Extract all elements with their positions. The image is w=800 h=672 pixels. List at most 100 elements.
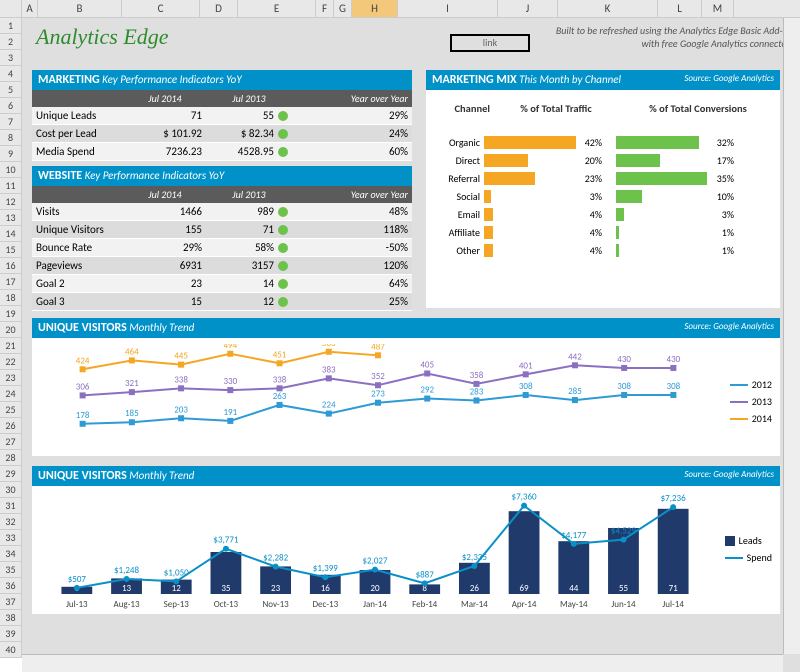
column-headers[interactable]: ABCDEFGHIJKLM [0,0,800,18]
svg-text:$4,529: $4,529 [611,526,636,537]
svg-text:$2,282: $2,282 [263,553,288,564]
horizontal-scrollbar[interactable] [22,654,783,672]
worksheet-area[interactable]: Analytics Edge Built to be refreshed usi… [22,18,800,672]
marketing-table: Unique Leads715529%Cost per Lead$ 101.92… [32,107,412,161]
row-header-24[interactable]: 24 [0,386,22,402]
link-button[interactable]: link [450,34,530,52]
svg-text:$1,050: $1,050 [164,567,189,578]
col-header-H[interactable]: H [352,0,398,17]
row-header-31[interactable]: 31 [0,498,22,514]
mix-row: Referral23%35% [426,169,780,187]
svg-text:Oct-13: Oct-13 [214,599,239,610]
mix-row: Other4%1% [426,241,780,259]
row-header-25[interactable]: 25 [0,402,22,418]
row-header-32[interactable]: 32 [0,514,22,530]
row-header-33[interactable]: 33 [0,530,22,546]
svg-text:203: 203 [174,404,188,415]
mix-header: MARKETING MIX This Month by ChannelSourc… [426,70,780,90]
row-header-38[interactable]: 38 [0,610,22,626]
row-header-2[interactable]: 2 [0,34,22,50]
row-header-16[interactable]: 16 [0,258,22,274]
col-header-G[interactable]: G [334,0,352,17]
visitors-trend-line-panel: UNIQUE VISITORS Monthly TrendSource: Goo… [32,318,780,456]
row-header-18[interactable]: 18 [0,290,22,306]
svg-text:308: 308 [519,381,533,392]
svg-text:13: 13 [122,583,132,594]
col-header-B[interactable]: B [38,0,122,17]
row-header-21[interactable]: 21 [0,338,22,354]
row-header-35[interactable]: 35 [0,562,22,578]
row-header-9[interactable]: 9 [0,146,22,162]
row-header-22[interactable]: 22 [0,354,22,370]
row-header-10[interactable]: 10 [0,162,22,178]
row-header-6[interactable]: 6 [0,98,22,114]
svg-text:Jul-14: Jul-14 [662,599,684,610]
vertical-scrollbar[interactable] [783,18,800,654]
row-header-17[interactable]: 17 [0,274,22,290]
svg-text:Jul-13: Jul-13 [66,599,88,610]
col-header-gutter[interactable] [0,0,22,17]
row-headers[interactable]: 1234567891011121314151617181920212223242… [0,18,22,658]
row-header-3[interactable]: 3 [0,50,22,66]
row-header-7[interactable]: 7 [0,114,22,130]
col-header-C[interactable]: C [122,0,200,17]
svg-text:191: 191 [223,407,237,418]
row-header-27[interactable]: 27 [0,434,22,450]
svg-text:Jun-14: Jun-14 [611,599,636,610]
row-header-26[interactable]: 26 [0,418,22,434]
row-header-23[interactable]: 23 [0,370,22,386]
chart2-legend: Leads Spend [725,530,772,568]
row-header-37[interactable]: 37 [0,594,22,610]
row-header-28[interactable]: 28 [0,450,22,466]
col-header-E[interactable]: E [238,0,316,17]
table-row: Media Spend7236.234528.9560% [32,143,412,161]
col-header-D[interactable]: D [200,0,238,17]
col-header-J[interactable]: J [498,0,558,17]
row-header-40[interactable]: 40 [0,642,22,658]
row-header-14[interactable]: 14 [0,226,22,242]
row-header-15[interactable]: 15 [0,242,22,258]
svg-text:$1,399: $1,399 [313,563,338,574]
svg-text:55: 55 [619,583,629,594]
col-header-F[interactable]: F [316,0,334,17]
svg-text:503: 503 [322,344,336,349]
row-header-36[interactable]: 36 [0,578,22,594]
row-header-30[interactable]: 30 [0,482,22,498]
website-kpi-panel: WEBSITE Key Performance Indicators YoY J… [32,166,412,311]
svg-text:263: 263 [273,391,287,402]
svg-text:430: 430 [667,354,681,365]
table-row: Unique Leads715529% [32,107,412,125]
row-header-19[interactable]: 19 [0,306,22,322]
col-header-L[interactable]: L [658,0,702,17]
svg-text:308: 308 [667,381,681,392]
svg-text:401: 401 [519,360,533,371]
svg-text:16: 16 [321,583,331,594]
svg-text:308: 308 [617,381,631,392]
row-header-20[interactable]: 20 [0,322,22,338]
barline-chart: 613123523162082669445571$507$1,248$1,050… [38,492,708,612]
row-header-5[interactable]: 5 [0,82,22,98]
header-note: Built to be refreshed using the Analytic… [556,24,790,50]
svg-text:44: 44 [569,583,579,594]
row-header-12[interactable]: 12 [0,194,22,210]
svg-text:292: 292 [420,385,434,396]
col-header-M[interactable]: M [702,0,734,17]
table-row: Goal 3151225% [32,293,412,311]
row-header-13[interactable]: 13 [0,210,22,226]
svg-text:338: 338 [174,374,188,385]
row-header-39[interactable]: 39 [0,626,22,642]
row-header-34[interactable]: 34 [0,546,22,562]
row-header-29[interactable]: 29 [0,466,22,482]
svg-text:May-14: May-14 [560,599,588,610]
svg-text:$507: $507 [68,574,87,585]
svg-text:Apr-14: Apr-14 [512,599,537,610]
col-header-A[interactable]: A [22,0,38,17]
row-header-1[interactable]: 1 [0,18,22,34]
row-header-4[interactable]: 4 [0,66,22,82]
col-header-K[interactable]: K [558,0,658,17]
col-header-I[interactable]: I [398,0,498,17]
row-header-8[interactable]: 8 [0,130,22,146]
svg-text:Sep-13: Sep-13 [164,599,190,610]
row-header-11[interactable]: 11 [0,178,22,194]
svg-text:352: 352 [371,371,385,382]
